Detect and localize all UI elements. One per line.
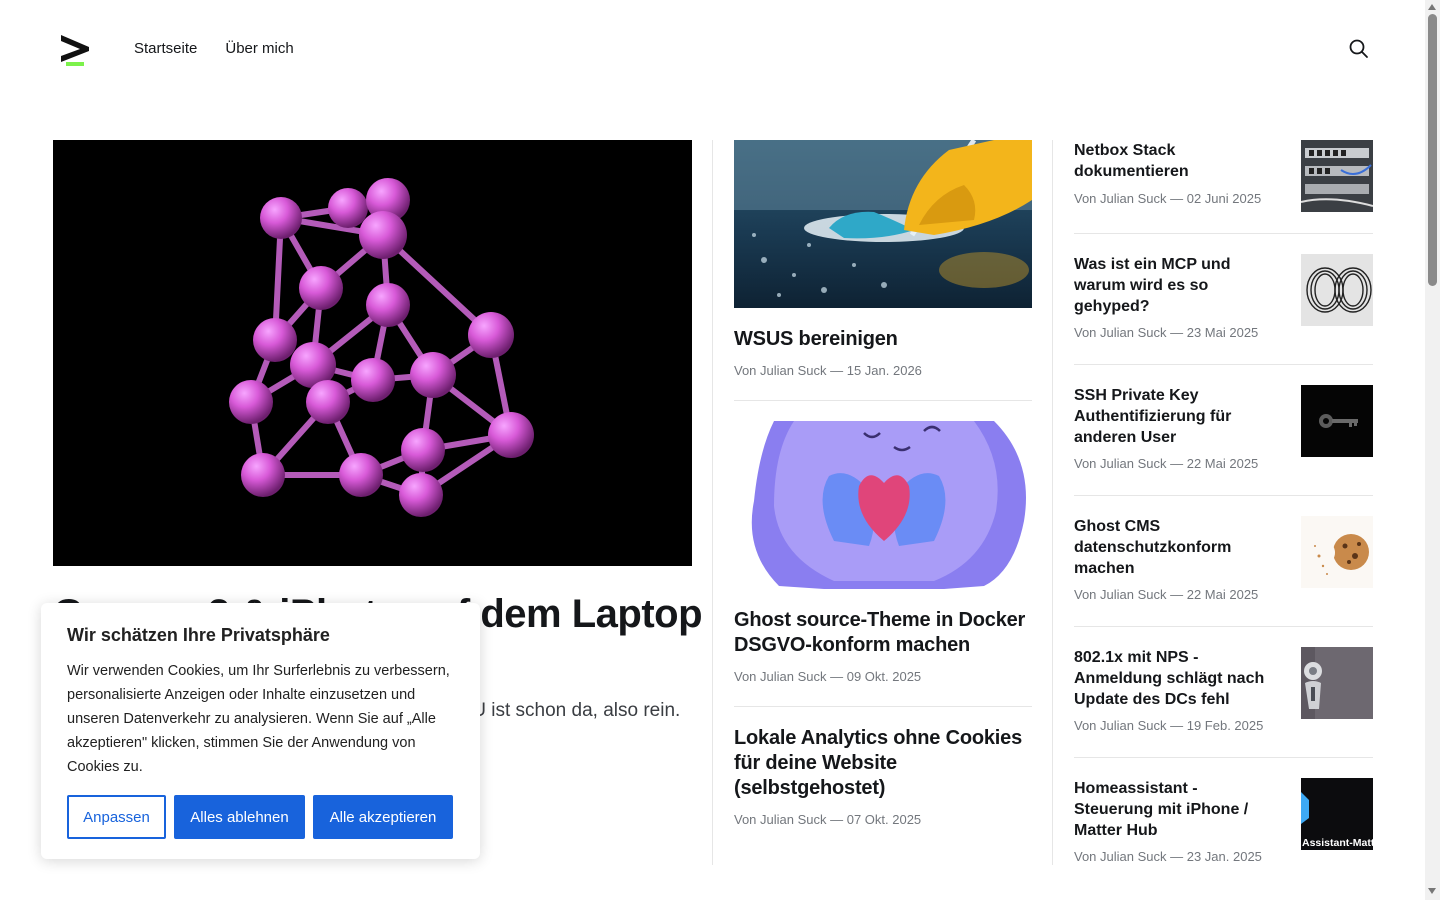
main-nav: Startseite Über mich: [134, 40, 294, 57]
post-title[interactable]: WSUS bereinigen: [734, 327, 1032, 352]
post-image[interactable]: [734, 140, 1032, 308]
side-post-title[interactable]: Homeassistant - Steuerung mit iPhone / M…: [1074, 778, 1279, 841]
nav-item-startseite[interactable]: Startseite: [134, 40, 197, 57]
post-card[interactable]: Ghost source-Theme in Docker DSGVO-konfo…: [734, 421, 1032, 684]
side-post-thumbnail[interactable]: [1301, 647, 1373, 719]
side-post-meta: Von Julian Suck — 22 Mai 2025: [1074, 587, 1259, 602]
post-card[interactable]: Lokale Analytics ohne Cookies für deine …: [734, 726, 1032, 827]
cookie-title: Wir schätzen Ihre Privatsphäre: [67, 625, 330, 645]
post-meta: Von Julian Suck — 07 Okt. 2025: [734, 812, 922, 827]
side-post-thumbnail[interactable]: Assistant-Matte: [1301, 778, 1373, 850]
side-post-thumbnail[interactable]: [1301, 516, 1373, 588]
side-post-meta: Von Julian Suck — 22 Mai 2025: [1074, 456, 1259, 471]
column-divider: [712, 140, 713, 865]
side-post-thumbnail[interactable]: [1301, 385, 1373, 457]
side-post-title[interactable]: Ghost CMS datenschutzkonform machen: [1074, 516, 1279, 579]
cookie-text: Wir verwenden Cookies, um Ihr Surferlebn…: [67, 663, 450, 775]
reject-all-button[interactable]: Alles ablehnen: [174, 795, 305, 839]
side-post[interactable]: Was ist ein MCP und warum wird es so geh…: [1074, 254, 1373, 344]
divider: [1074, 757, 1373, 758]
scroll-thumb[interactable]: [1428, 14, 1437, 286]
side-post[interactable]: 802.1x mit NPS - Anmeldung schlägt nach …: [1074, 647, 1373, 737]
divider: [734, 400, 1032, 401]
nav-item-ueber-mich[interactable]: Über mich: [225, 40, 293, 57]
side-post-title[interactable]: SSH Private Key Authentifizierung für an…: [1074, 385, 1279, 448]
side-post-meta: Von Julian Suck — 23 Jan. 2025: [1074, 849, 1262, 864]
accept-all-button[interactable]: Alle akzeptieren: [313, 795, 453, 839]
side-post[interactable]: SSH Private Key Authentifizierung für an…: [1074, 385, 1373, 475]
post-title[interactable]: Lokale Analytics ohne Cookies für deine …: [734, 726, 1032, 801]
column-divider: [1052, 140, 1053, 865]
side-post-title[interactable]: 802.1x mit NPS - Anmeldung schlägt nach …: [1074, 647, 1279, 710]
customize-button[interactable]: Anpassen: [67, 795, 166, 839]
side-post-title[interactable]: Was ist ein MCP und warum wird es so geh…: [1074, 254, 1279, 317]
side-post[interactable]: Homeassistant - Steuerung mit iPhone / M…: [1074, 778, 1373, 868]
divider: [1074, 364, 1373, 365]
scroll-up-arrow-icon[interactable]: [1428, 4, 1436, 10]
side-post[interactable]: Netbox Stack dokumentieren Von Julian Su…: [1074, 140, 1373, 212]
side-post-meta: Von Julian Suck — 19 Feb. 2025: [1074, 718, 1264, 733]
post-image[interactable]: [734, 421, 1032, 589]
side-post-meta: Von Julian Suck — 23 Mai 2025: [1074, 325, 1259, 340]
divider: [1074, 626, 1373, 627]
cookie-consent-dialog: Wir schätzen Ihre Privatsphäre Wir verwe…: [41, 603, 480, 859]
divider: [1074, 495, 1373, 496]
post-card[interactable]: WSUS bereinigen Von Julian Suck — 15 Jan…: [734, 140, 1032, 378]
thumbnail-caption: Assistant-Matte: [1302, 837, 1373, 849]
logo-icon[interactable]: [58, 32, 92, 68]
divider: [734, 706, 1032, 707]
scroll-down-arrow-icon[interactable]: [1428, 888, 1436, 894]
hero-image[interactable]: [53, 140, 692, 566]
side-post[interactable]: Ghost CMS datenschutzkonform machen Von …: [1074, 516, 1373, 606]
post-title[interactable]: Ghost source-Theme in Docker DSGVO-konfo…: [734, 608, 1032, 658]
side-post-thumbnail[interactable]: [1301, 254, 1373, 326]
scrollbar[interactable]: [1425, 0, 1440, 900]
side-post-thumbnail[interactable]: [1301, 140, 1373, 212]
post-meta: Von Julian Suck — 15 Jan. 2026: [734, 363, 922, 378]
search-icon[interactable]: [1348, 38, 1370, 60]
side-post-title[interactable]: Netbox Stack dokumentieren: [1074, 140, 1279, 182]
divider: [1074, 233, 1373, 234]
side-post-meta: Von Julian Suck — 02 Juni 2025: [1074, 191, 1262, 206]
site-header: Startseite Über mich: [0, 0, 1425, 100]
post-meta: Von Julian Suck — 09 Okt. 2025: [734, 669, 922, 684]
